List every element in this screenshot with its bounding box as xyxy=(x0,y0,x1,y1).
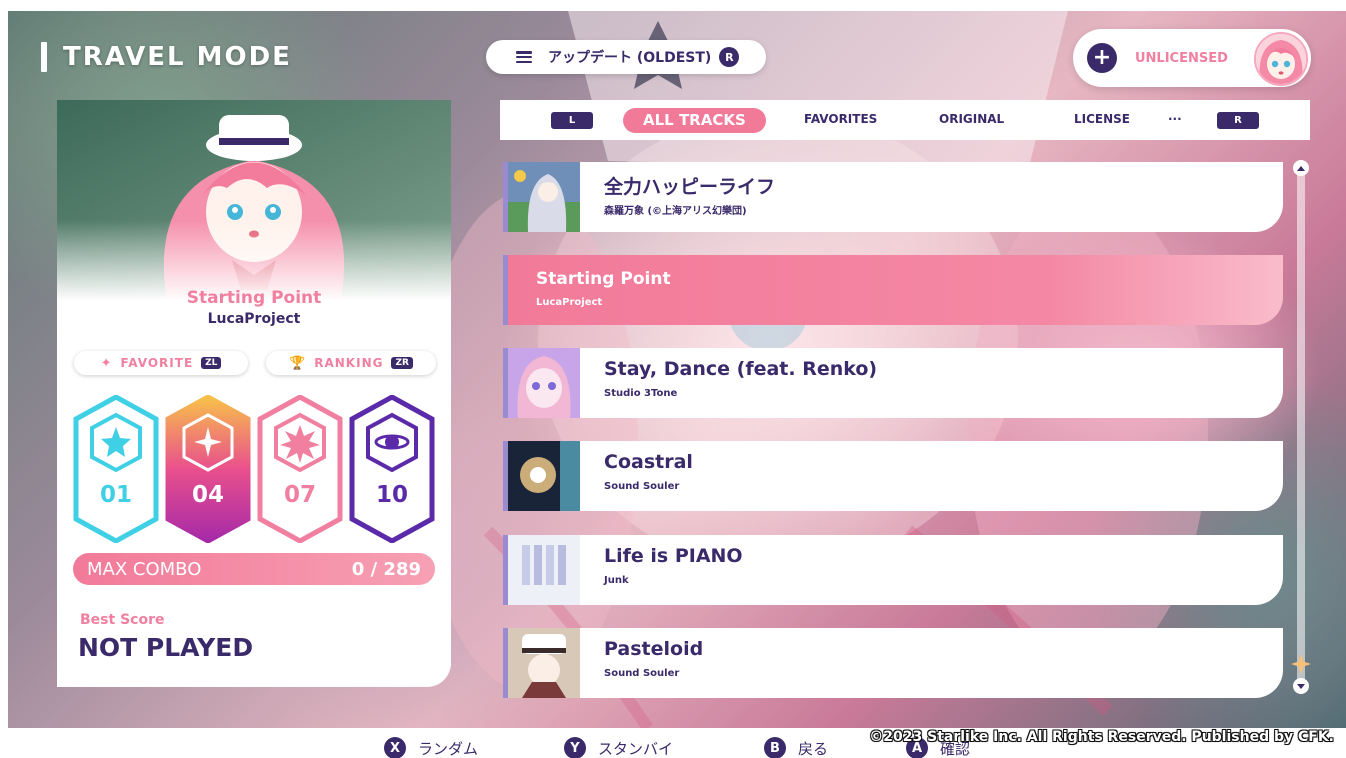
max-combo-value: 0 / 289 xyxy=(351,558,421,580)
track-jacket xyxy=(508,348,580,418)
avatar[interactable] xyxy=(1254,32,1308,86)
b-button-icon: B xyxy=(764,737,786,758)
track-jacket xyxy=(508,441,580,511)
tab-all-tracks[interactable]: ALL TRACKS xyxy=(623,108,766,133)
track-artist: LucaProject xyxy=(536,297,603,308)
track-title: Stay, Dance (feat. Renko) xyxy=(604,358,878,380)
track-jacket xyxy=(508,162,580,232)
tab-license[interactable]: LICENSE xyxy=(1074,112,1130,126)
scroll-down-icon[interactable] xyxy=(1293,678,1309,694)
scroll-position-star-icon[interactable] xyxy=(1291,654,1311,674)
ranking-button[interactable]: 🏆 RANKING ZR xyxy=(266,351,436,375)
track-title: Pasteloid xyxy=(604,638,704,660)
track-item-selected[interactable]: Starting Point LucaProject xyxy=(503,255,1283,325)
difficulty-hard-level: 07 xyxy=(283,482,316,508)
x-button-icon: X xyxy=(384,737,406,758)
scroll-up-icon[interactable] xyxy=(1293,160,1309,176)
avatar-portrait-icon xyxy=(1256,34,1306,84)
back-hint[interactable]: B 戻る xyxy=(764,737,828,758)
license-status: UNLICENSED xyxy=(1135,50,1228,66)
track-edge xyxy=(503,255,508,325)
title-accent-bar xyxy=(41,42,47,72)
menu-icon xyxy=(516,51,532,63)
difficulty-hexagons xyxy=(73,395,435,543)
track-item[interactable]: Stay, Dance (feat. Renko) Studio 3Tone xyxy=(503,348,1283,418)
copyright-notice: ©2023 Starlike Inc. All Rights Reserved.… xyxy=(869,729,1334,745)
max-combo-label: MAX COMBO xyxy=(87,558,202,580)
zl-key-badge: ZL xyxy=(201,357,222,369)
difficulty-selector: 01 04 07 10 xyxy=(72,395,436,543)
difficulty-normal-hex[interactable] xyxy=(165,395,251,543)
trophy-icon: 🏆 xyxy=(289,355,307,371)
song-title: Starting Point xyxy=(186,288,322,308)
sort-selector[interactable]: アップデート (OLDEST) R xyxy=(486,40,766,74)
track-title: 全力ハッピーライフ xyxy=(604,176,776,198)
category-tabs: L ALL TRACKS FAVORITES ORIGINAL LICENSE … xyxy=(500,100,1310,140)
track-item[interactable]: Life is PIANO Junk xyxy=(503,535,1283,605)
track-jacket xyxy=(508,628,580,698)
tab-original[interactable]: ORIGINAL xyxy=(939,112,1004,126)
back-hint-label: 戻る xyxy=(798,739,829,758)
track-title: Starting Point xyxy=(536,269,671,289)
user-profile[interactable]: + UNLICENSED xyxy=(1073,29,1311,87)
max-combo-bar: MAX COMBO 0 / 289 xyxy=(73,553,435,585)
best-score-label: Best Score xyxy=(80,612,165,628)
scrollbar[interactable] xyxy=(1297,160,1305,690)
tab-favorites[interactable]: FAVORITES xyxy=(804,112,877,126)
difficulty-hard-hex[interactable] xyxy=(257,395,343,543)
track-title: Life is PIANO xyxy=(604,545,743,567)
tab-more[interactable]: ··· xyxy=(1168,112,1182,126)
standby-hint-label: スタンバイ xyxy=(598,739,674,758)
standby-hint[interactable]: Y スタンバイ xyxy=(564,737,673,758)
difficulty-normal-level: 04 xyxy=(191,482,224,508)
track-item[interactable]: Coastral Sound Souler xyxy=(503,441,1283,511)
l-key-badge[interactable]: L xyxy=(551,112,593,129)
zr-key-badge: ZR xyxy=(391,357,413,369)
track-item[interactable]: 全力ハッピーライフ 森羅万象 (©上海アリス幻樂団) xyxy=(503,162,1283,232)
track-artist: Studio 3Tone xyxy=(604,388,678,399)
plus-icon[interactable]: + xyxy=(1087,43,1117,73)
sort-label: アップデート (OLDEST) xyxy=(548,50,712,66)
favorite-label: FAVORITE xyxy=(120,356,194,370)
r-key-badge[interactable]: R xyxy=(1217,112,1259,129)
track-artist: Junk xyxy=(604,575,629,586)
difficulty-expert-hex[interactable] xyxy=(349,395,435,543)
random-hint-label: ランダム xyxy=(418,739,479,758)
difficulty-easy-level: 01 xyxy=(99,482,132,508)
difficulty-expert-level: 10 xyxy=(375,482,408,508)
r-stick-icon: R xyxy=(719,47,740,67)
track-title: Coastral xyxy=(604,451,693,473)
difficulty-easy-hex[interactable] xyxy=(73,395,159,543)
favorite-button[interactable]: ✦ FAVORITE ZL xyxy=(74,351,248,375)
song-artist: LucaProject xyxy=(207,311,301,327)
track-artist: Sound Souler xyxy=(604,481,680,492)
mode-title-text: TRAVEL MODE xyxy=(63,42,292,72)
best-score-value: NOT PLAYED xyxy=(78,633,254,662)
y-button-icon: Y xyxy=(564,737,586,758)
song-info-panel: Starting Point LucaProject ✦ FAVORITE ZL… xyxy=(57,100,451,687)
ranking-label: RANKING xyxy=(314,356,384,370)
track-artist: 森羅万象 (©上海アリス幻樂団) xyxy=(604,206,747,217)
random-hint[interactable]: X ランダム xyxy=(384,737,478,758)
track-item[interactable]: Pasteloid Sound Souler xyxy=(503,628,1283,698)
page-title: TRAVEL MODE xyxy=(41,42,292,72)
sparkle-icon: ✦ xyxy=(100,355,113,371)
track-artist: Sound Souler xyxy=(604,668,680,679)
track-jacket xyxy=(508,535,580,605)
